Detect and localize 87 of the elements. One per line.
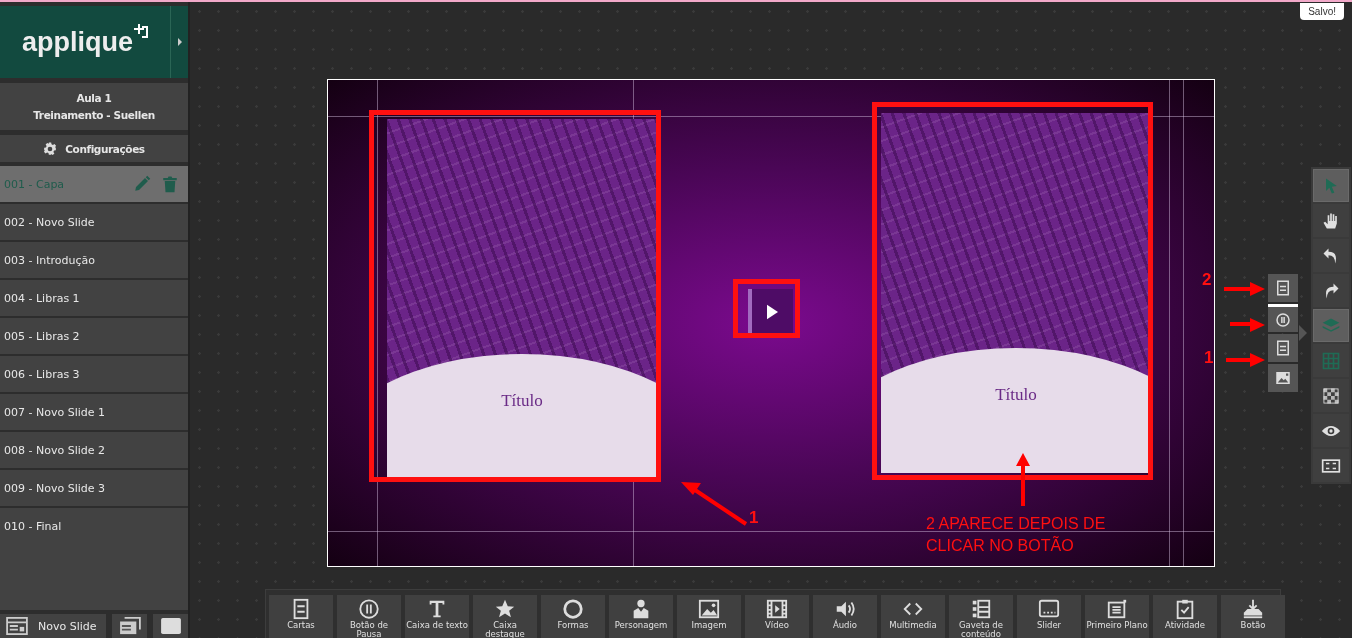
slide-title: 004 - Libras 1 [4,291,81,305]
play-button[interactable] [748,289,793,334]
redo-button[interactable] [1313,274,1349,307]
slide-list-item[interactable]: 009 - Novo Slide 3 [0,470,188,506]
undo-button[interactable] [1313,239,1349,272]
settings-button[interactable]: Configurações [0,135,188,162]
download-icon [1242,598,1264,620]
component-button[interactable]: Personagem [609,595,673,638]
component-button[interactable]: Botão [1221,595,1285,638]
component-button[interactable]: Multimedia [881,595,945,638]
slide-list-item[interactable]: 005 - Libras 2 [0,318,188,354]
arrow-annotation [1224,282,1266,296]
hand-tool-button[interactable] [1313,204,1349,237]
component-button[interactable]: Botão de Pausa [337,595,401,638]
card-icon [1274,339,1292,357]
logo-mark-icon [134,24,148,38]
arrow-annotation [678,480,750,528]
slide-title: 009 - Novo Slide 3 [4,481,106,495]
image-icon [698,598,720,620]
slide-list-item[interactable]: 010 - Final [0,508,188,610]
saved-badge: Salvo! [1300,3,1344,20]
component-button[interactable]: Primeiro Plano [1085,595,1149,638]
slide-list-item[interactable]: 002 - Novo Slide [0,204,188,240]
layer-item[interactable] [1268,334,1298,362]
image-icon [1274,369,1292,387]
annotation-note: 2 APARECE DEPOIS DE CLICAR NO BOTÃO [926,514,1107,556]
logo: applique [22,28,133,56]
layer-item[interactable] [1268,274,1298,302]
preview-button[interactable] [1313,414,1349,447]
component-button[interactable]: Gaveta de conteúdo [949,595,1013,638]
layout-icon [6,617,28,635]
blank-page-icon [159,617,182,635]
slide-title: 008 - Novo Slide 2 [4,443,106,457]
new-slide-button[interactable]: Novo Slide [0,614,106,638]
annotation-number: 2 [1202,270,1212,290]
play-icon [767,303,778,320]
slide-title: 001 - Capa [4,177,66,191]
course-title: Aula 1 [76,90,112,106]
background-pattern-button[interactable] [1313,379,1349,412]
arrow-annotation [1016,452,1030,508]
annotation-number: 1 [749,508,759,528]
star-icon [494,598,516,620]
arrow-annotation [1226,353,1266,367]
card-icon [1274,279,1292,297]
slide-list-item[interactable]: 007 - Novo Slide 1 [0,394,188,430]
component-button[interactable]: Slider [1017,595,1081,638]
slider-icon [1038,598,1060,620]
component-button[interactable]: Caixa de texto [405,595,469,638]
frame-button[interactable] [1313,449,1349,482]
caret-icon [177,38,182,46]
highlight-frame [733,279,800,338]
clipboard-icon [1174,598,1196,620]
slide-title: 005 - Libras 2 [4,329,81,343]
layer-item[interactable] [1268,364,1298,392]
component-button[interactable]: Imagem [677,595,741,638]
document-icon [1106,598,1128,620]
component-button[interactable]: Atividade [1153,595,1217,638]
list-icon [970,598,992,620]
component-button[interactable]: Cartas [269,595,333,638]
duplicate-slide-button[interactable] [112,614,147,638]
slide-title: 006 - Libras 3 [4,367,81,381]
card-title: Título [501,391,543,412]
caret-icon [1299,325,1307,341]
settings-icon [43,141,58,156]
component-button[interactable]: Vídeo [745,595,809,638]
component-button[interactable]: Caixa destaque [473,595,537,638]
course-subtitle: Treinamento - Suellen [33,107,155,123]
slide-title: 007 - Novo Slide 1 [4,405,106,419]
slide-list-item[interactable]: 003 - Introdução [0,242,188,278]
slide-list-item[interactable]: 006 - Libras 3 [0,356,188,392]
slide-title: 003 - Introdução [4,253,96,267]
film-icon [766,598,788,620]
arrow-annotation [1230,318,1266,332]
component-button[interactable]: Formas [541,595,605,638]
pause-icon [358,598,380,620]
circle-icon [562,598,584,620]
blank-slide-button[interactable] [153,614,188,638]
slide-list-item[interactable]: 008 - Novo Slide 2 [0,432,188,468]
stacked-layout-icon [118,617,141,635]
slide-list-item[interactable]: 004 - Libras 1 [0,280,188,316]
component-button[interactable]: Áudio [813,595,877,638]
annotation-number: 1 [1204,348,1214,368]
slide-title: 010 - Final [4,520,63,533]
slide-title: 002 - Novo Slide [4,215,96,229]
card-title: Título [995,385,1037,406]
pause-icon [1274,310,1292,329]
layer-item[interactable] [1268,304,1298,332]
